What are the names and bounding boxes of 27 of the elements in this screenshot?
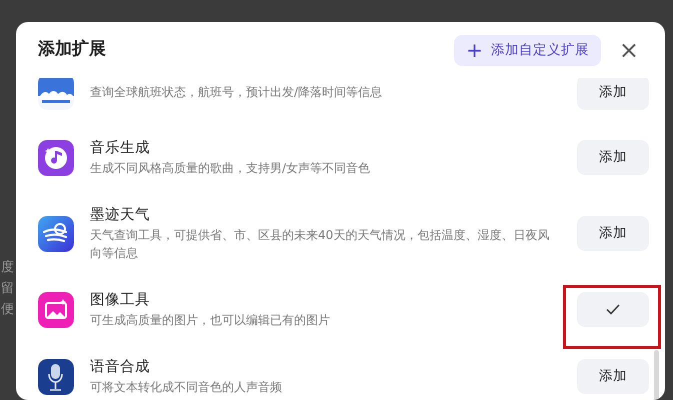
checkmark-icon	[606, 304, 620, 315]
add-button[interactable]: 添加	[577, 140, 649, 175]
image-icon	[38, 292, 74, 328]
extension-description: 可生成高质量的图片，也可以编辑已有的图片	[90, 312, 331, 329]
extension-name: 图像工具	[90, 291, 151, 310]
background-text: 度	[1, 259, 14, 277]
add-custom-extension-button[interactable]: + 添加自定义扩展	[454, 34, 601, 66]
add-button[interactable]: 添加	[577, 216, 649, 251]
extension-name: 语音合成	[90, 358, 151, 377]
extension-description: 天气查询工具，可提供省、市、区县的未来40天的天气情况，包括温度、湿度、日夜风向等信息	[90, 227, 550, 262]
add-button[interactable]: 添加	[577, 359, 649, 394]
cloud-icon	[38, 78, 74, 110]
extension-name: 墨迹天气	[90, 206, 151, 225]
background-text: 便	[1, 301, 14, 319]
dialog-title: 添加扩展	[38, 38, 106, 62]
add-button[interactable]: 添加	[577, 78, 649, 110]
added-button[interactable]	[577, 292, 649, 327]
background-text: 留	[1, 280, 14, 298]
wind-cloud-icon	[38, 216, 74, 252]
extension-description: 查询全球航班状态，航班号，预计出发/降落时间等信息	[90, 84, 384, 101]
scrollbar[interactable]	[654, 350, 659, 400]
microphone-icon	[38, 358, 74, 394]
music-note-icon	[38, 140, 74, 176]
close-button[interactable]: ×	[614, 38, 643, 62]
extension-name: 音乐生成	[90, 138, 151, 158]
extension-description: 可将文本转化成不同音色的人声音频	[90, 379, 283, 396]
extension-description: 生成不同风格高质量的歌曲，支持男/女声等不同音色	[90, 160, 372, 177]
